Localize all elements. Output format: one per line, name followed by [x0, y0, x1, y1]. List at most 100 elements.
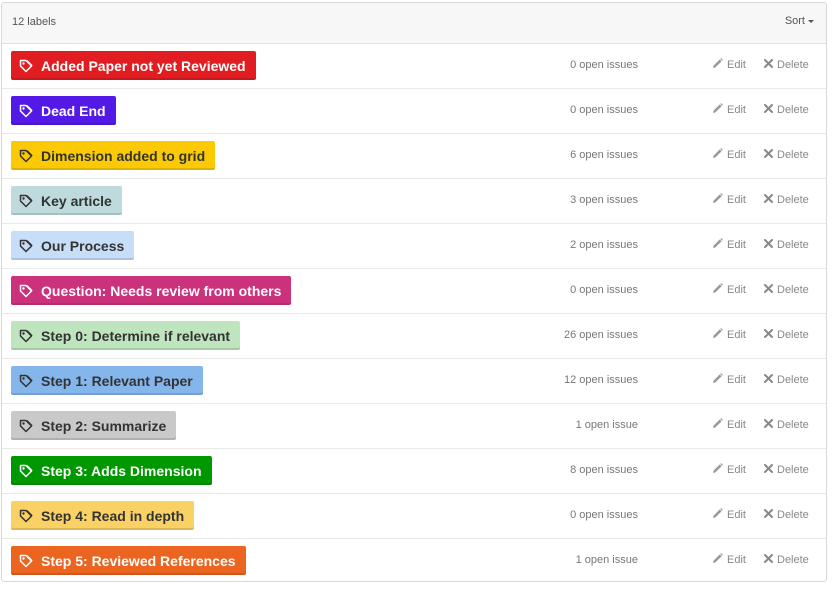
edit-button[interactable]: Edit: [712, 193, 746, 207]
edit-label: Edit: [727, 464, 746, 476]
edit-label: Edit: [727, 149, 746, 161]
edit-button[interactable]: Edit: [712, 283, 746, 297]
sort-button[interactable]: Sort: [785, 15, 814, 27]
pencil-icon: [712, 148, 723, 162]
open-issues-link[interactable]: 0 open issues: [570, 284, 638, 296]
tag-icon: [19, 554, 33, 568]
delete-button[interactable]: Delete: [764, 149, 809, 161]
delete-label: Delete: [777, 59, 809, 71]
delete-label: Delete: [777, 284, 809, 296]
close-icon: [764, 104, 773, 116]
pencil-icon: [712, 373, 723, 387]
tag-icon: [19, 464, 33, 478]
edit-button[interactable]: Edit: [712, 148, 746, 162]
pencil-icon: [712, 328, 723, 342]
delete-button[interactable]: Delete: [764, 59, 809, 71]
close-icon: [764, 374, 773, 386]
open-issues-link[interactable]: 6 open issues: [570, 149, 638, 161]
delete-button[interactable]: Delete: [764, 194, 809, 206]
edit-button[interactable]: Edit: [712, 58, 746, 72]
tag-icon: [19, 329, 33, 343]
delete-button[interactable]: Delete: [764, 419, 809, 431]
tag-icon: [19, 194, 33, 208]
tag-icon: [19, 374, 33, 388]
label-row: Added Paper not yet Reviewed 0 open issue…: [2, 44, 826, 89]
edit-button[interactable]: Edit: [712, 328, 746, 342]
label-row: Question: Needs review from others 0 open…: [2, 269, 826, 314]
edit-label: Edit: [727, 329, 746, 341]
edit-label: Edit: [727, 284, 746, 296]
open-issues-link[interactable]: 3 open issues: [570, 194, 638, 206]
tag-icon: [19, 419, 33, 433]
label-chip[interactable]: Question: Needs review from others: [11, 276, 292, 305]
close-icon: [764, 284, 773, 296]
label-chip[interactable]: Dimension added to grid: [11, 141, 216, 170]
pencil-icon: [712, 463, 723, 477]
label-row: Step 1: Relevant Paper 12 open issues Edit…: [2, 359, 826, 404]
close-icon: [764, 59, 773, 71]
close-icon: [764, 329, 773, 341]
label-name: Added Paper not yet Reviewed: [41, 57, 246, 74]
open-issues-link[interactable]: 26 open issues: [564, 329, 638, 341]
label-chip[interactable]: Step 2: Summarize: [11, 411, 177, 440]
label-name: Step 0: Determine if relevant: [41, 327, 231, 344]
open-issues-link[interactable]: 8 open issues: [570, 464, 638, 476]
label-row: Step 0: Determine if relevant 26 open iss…: [2, 314, 826, 359]
close-icon: [764, 509, 773, 521]
delete-button[interactable]: Delete: [764, 104, 809, 116]
edit-label: Edit: [727, 509, 746, 521]
pencil-icon: [712, 508, 723, 522]
edit-label: Edit: [727, 194, 746, 206]
delete-button[interactable]: Delete: [764, 284, 809, 296]
label-chip[interactable]: Dead End: [11, 96, 116, 125]
delete-label: Delete: [777, 194, 809, 206]
tag-icon: [19, 239, 33, 253]
edit-label: Edit: [727, 59, 746, 71]
open-issues-link[interactable]: 1 open issue: [576, 554, 638, 566]
label-chip[interactable]: Our Process: [11, 231, 135, 260]
open-issues-link[interactable]: 1 open issue: [576, 419, 638, 431]
delete-button[interactable]: Delete: [764, 464, 809, 476]
edit-button[interactable]: Edit: [712, 103, 746, 117]
edit-label: Edit: [727, 239, 746, 251]
label-count: 12 labels: [12, 16, 57, 28]
pencil-icon: [712, 553, 723, 567]
delete-button[interactable]: Delete: [764, 329, 809, 341]
delete-button[interactable]: Delete: [764, 509, 809, 521]
open-issues-link[interactable]: 2 open issues: [570, 239, 638, 251]
delete-button[interactable]: Delete: [764, 374, 809, 386]
edit-button[interactable]: Edit: [712, 373, 746, 387]
close-icon: [764, 194, 773, 206]
label-row: Dead End 0 open issues Edit Delete: [2, 89, 826, 134]
label-name: Dead End: [41, 102, 106, 119]
edit-button[interactable]: Edit: [712, 238, 746, 252]
label-chip[interactable]: Step 4: Read in depth: [11, 501, 195, 530]
open-issues-link[interactable]: 12 open issues: [564, 374, 638, 386]
edit-button[interactable]: Edit: [712, 418, 746, 432]
label-chip[interactable]: Step 5: Reviewed References: [11, 546, 246, 575]
open-issues-link[interactable]: 0 open issues: [570, 104, 638, 116]
open-issues-link[interactable]: 0 open issues: [570, 509, 638, 521]
edit-button[interactable]: Edit: [712, 553, 746, 567]
close-icon: [764, 239, 773, 251]
label-row: Our Process 2 open issues Edit Delete: [2, 224, 826, 269]
delete-label: Delete: [777, 464, 809, 476]
label-row: Step 4: Read in depth 0 open issues Edit De…: [2, 494, 826, 539]
label-chip[interactable]: Step 3: Adds Dimension: [11, 456, 212, 485]
delete-button[interactable]: Delete: [764, 554, 809, 566]
pencil-icon: [712, 238, 723, 252]
label-chip[interactable]: Added Paper not yet Reviewed: [11, 51, 256, 80]
label-chip[interactable]: Step 0: Determine if relevant: [11, 321, 241, 350]
edit-button[interactable]: Edit: [712, 508, 746, 522]
delete-label: Delete: [777, 419, 809, 431]
label-chip[interactable]: Key article: [11, 186, 122, 215]
edit-button[interactable]: Edit: [712, 463, 746, 477]
pencil-icon: [712, 58, 723, 72]
delete-label: Delete: [777, 509, 809, 521]
close-icon: [764, 149, 773, 161]
label-name: Step 5: Reviewed References: [41, 552, 236, 569]
delete-button[interactable]: Delete: [764, 239, 809, 251]
label-chip[interactable]: Step 1: Relevant Paper: [11, 366, 203, 395]
edit-label: Edit: [727, 419, 746, 431]
open-issues-link[interactable]: 0 open issues: [570, 59, 638, 71]
